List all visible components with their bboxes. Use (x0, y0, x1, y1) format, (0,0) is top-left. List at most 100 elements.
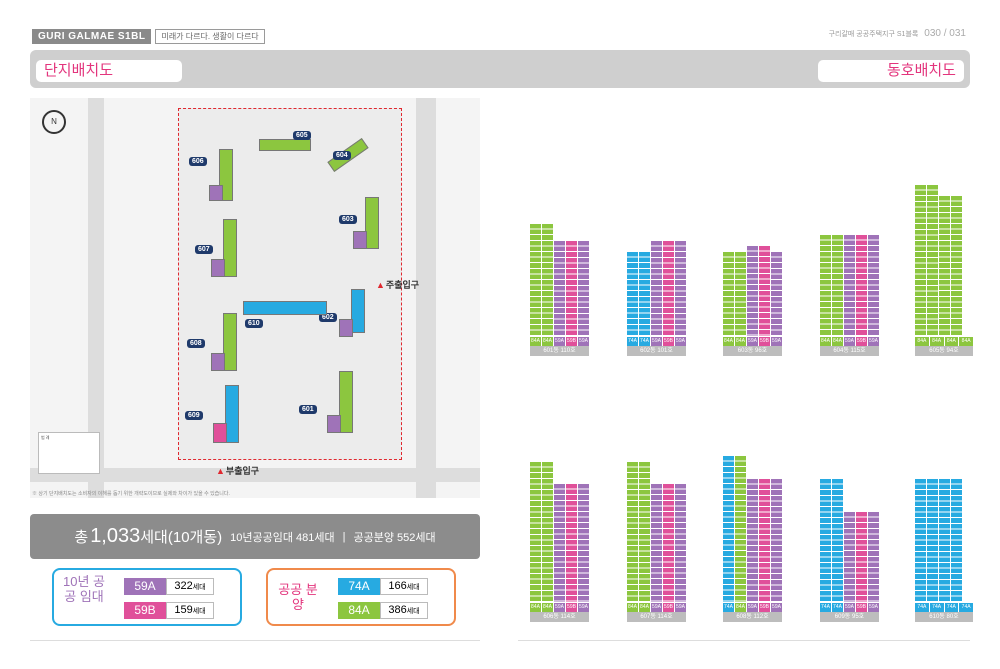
unit-type-chip: 59A (868, 603, 879, 612)
unit-type-chip: 84A (735, 603, 746, 612)
building-609-wing (213, 423, 227, 443)
unit-type-chip: 59B (759, 603, 770, 612)
unit-type-footer: 84A 84A 84A 84A (915, 337, 973, 346)
unit-type-chip: 59A (651, 603, 662, 612)
unit-column (856, 512, 867, 602)
unit-column (663, 484, 674, 602)
unit-column (554, 240, 565, 336)
brand-slogan: 미래가 다르다. 생활이 다르다 (155, 28, 265, 44)
site-plan-note: ※ 상기 단지배치도는 소비자의 이해를 돕기 위한 개략도이므로 실제와 차이… (32, 491, 230, 497)
type-59a-chip: 59A (124, 578, 166, 595)
dong-label: 604동 115호 (820, 346, 879, 356)
unit-column (939, 196, 950, 336)
unit-type-chip: 84A (735, 337, 746, 346)
unit-type-chip: 59A (868, 337, 879, 346)
total-rental: 10년공공임대 481세대 (230, 531, 335, 544)
page-numbers: 030 / 031 (924, 28, 966, 39)
unit-type-chip: 59B (856, 603, 867, 612)
total-unit: 세대(10개동) (140, 529, 223, 546)
unit-type-footer: 84A 84A 59A 59B 59A (820, 337, 879, 346)
unit-type-chip: 74A (820, 603, 831, 612)
type-59b-chip: 59B (124, 602, 166, 619)
unit-type-chip: 74A (944, 603, 959, 612)
unit-column (735, 252, 746, 336)
unit-column (868, 235, 879, 336)
unit-column (868, 512, 879, 602)
unit-type-footer: 74A 74A 59A 59B 59A (627, 337, 686, 346)
type-59b-count: 159세대 (166, 602, 214, 619)
rental-summary-box: 10년 공공 임대 59A 322세대 59B 159세대 (52, 568, 242, 626)
unit-column (627, 252, 638, 336)
building-608 (223, 313, 237, 371)
unit-type-footer: 84A 84A 59A 59B 59A (530, 603, 589, 612)
building-label-610: 610 (245, 319, 263, 328)
dong-label: 603동 96호 (723, 346, 782, 356)
unit-column (820, 235, 831, 336)
unit-type-chip: 59A (771, 337, 782, 346)
type-84a-count: 386세대 (380, 602, 428, 619)
site-map: N 605 604 606 603 607 602 610 608 601 60… (30, 98, 480, 498)
unit-column (915, 478, 926, 602)
building-label-605: 605 (293, 131, 311, 140)
unit-column (554, 484, 565, 602)
building-605 (259, 139, 311, 151)
building-609 (225, 385, 239, 443)
building-label-606: 606 (189, 157, 207, 166)
unit-column (747, 246, 758, 336)
unit-type-footer: 84A 84A 59A 59B 59A (627, 603, 686, 612)
building-label-601: 601 (299, 405, 317, 414)
unit-type-chip: 59A (675, 337, 686, 346)
sale-summary-box: 공공 분양 74A 166세대 84A 386세대 (266, 568, 456, 626)
dong-label: 609동 95호 (820, 612, 879, 622)
unit-type-chip: 59A (578, 603, 589, 612)
site-plan-title: 단지배치도 (36, 60, 182, 82)
unit-column (530, 224, 541, 336)
unit-type-footer: 74A 84A 59A 59B 59A (723, 603, 782, 612)
unit-column (578, 240, 589, 336)
footer-divider-right (518, 640, 970, 641)
unit-type-chip: 84A (627, 603, 638, 612)
dong-label: 601동 110호 (530, 346, 589, 356)
rental-row-59a: 59A 322세대 (124, 578, 214, 595)
unit-column (939, 478, 950, 602)
unit-type-chip: 84A (944, 337, 959, 346)
rental-row-59b: 59B 159세대 (124, 602, 214, 619)
building-606-wing (209, 185, 223, 201)
unit-type-chip: 59A (675, 603, 686, 612)
unit-column (832, 235, 843, 336)
building-601-wing (327, 415, 341, 433)
building-label-608: 608 (187, 339, 205, 348)
unit-type-chip: 59B (566, 337, 577, 346)
unit-column (566, 240, 577, 336)
building-label-604: 604 (333, 151, 351, 160)
legend-title: 범 례 (41, 435, 50, 440)
unit-type-chip: 84A (723, 337, 734, 346)
building-603 (365, 197, 379, 249)
total-sale: 공공분양 552세대 (353, 531, 436, 544)
unit-type-chip: 59A (578, 337, 589, 346)
total-separator: | (342, 530, 346, 543)
brand-name: GURI GALMAE S1BL (32, 28, 152, 44)
building-603-wing (353, 231, 367, 249)
dong-label: 605동 94호 (915, 346, 973, 356)
unit-type-chip: 84A (959, 337, 973, 346)
dong-label: 606동 114호 (530, 612, 589, 622)
unit-column (542, 224, 553, 336)
unit-column (735, 456, 746, 602)
building-607 (223, 219, 237, 277)
building-601 (339, 371, 353, 433)
unit-type-chip: 84A (639, 603, 650, 612)
unit-column (832, 478, 843, 602)
unit-type-chip: 84A (929, 337, 944, 346)
unit-type-chip: 59A (747, 337, 758, 346)
building-label-603: 603 (339, 215, 357, 224)
unit-column (951, 478, 962, 602)
unit-column (675, 240, 686, 336)
unit-type-chip: 84A (530, 603, 541, 612)
unit-type-chip: 74A (915, 603, 929, 612)
type-84a-chip: 84A (338, 602, 380, 619)
header-right-text: 구리갈매 공공주택지구 S1블록 (828, 31, 921, 38)
site-boundary: 605 604 606 603 607 602 610 608 601 609 (178, 108, 402, 460)
unit-type-footer: 84A 84A 59A 59B 59A (723, 337, 782, 346)
unit-type-chip: 59B (663, 603, 674, 612)
